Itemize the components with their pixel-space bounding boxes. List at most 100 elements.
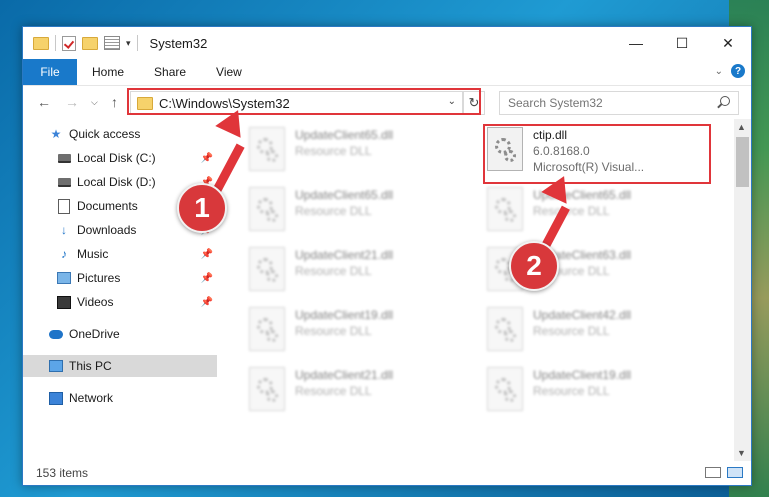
- file-highlight-box: [483, 124, 711, 184]
- pin-icon[interactable]: 📌: [201, 153, 213, 164]
- pin-icon[interactable]: 📌: [201, 273, 213, 284]
- file-item[interactable]: UpdateClient21.dll Resource DLL: [249, 247, 459, 297]
- window-controls: — ☐ ✕: [613, 27, 751, 59]
- pin-icon[interactable]: 📌: [201, 249, 213, 260]
- window-title: System32: [149, 35, 208, 51]
- file-type: Resource DLL: [533, 384, 610, 398]
- search-box[interactable]: [499, 91, 739, 115]
- details-view-icon[interactable]: [705, 467, 721, 478]
- sidebar-item-local-disk-c[interactable]: Local Disk (C:) 📌: [23, 147, 217, 169]
- close-button[interactable]: ✕: [705, 27, 751, 59]
- network-icon: [49, 391, 63, 405]
- dll-file-icon: [249, 187, 285, 231]
- file-item[interactable]: UpdateClient65.dll Resource DLL: [249, 127, 459, 177]
- up-arrow-icon[interactable]: ↑: [111, 94, 118, 110]
- vertical-scrollbar[interactable]: ▲ ▼: [734, 119, 751, 461]
- back-arrow-icon[interactable]: ←: [37, 94, 51, 110]
- music-icon: ♪: [61, 247, 67, 261]
- file-type: Resource DLL: [295, 384, 372, 398]
- dll-file-icon: [249, 307, 285, 351]
- pictures-icon: [57, 271, 71, 285]
- pin-icon[interactable]: 📌: [201, 297, 213, 308]
- file-name: UpdateClient21.dll: [295, 368, 394, 382]
- sidebar-item-label: Music: [77, 247, 109, 261]
- sidebar-item-network[interactable]: Network: [23, 387, 217, 409]
- file-item[interactable]: UpdateClient65.dll Resource DLL: [249, 187, 459, 237]
- file-explorer-window: ▾ System32 — ☐ ✕ File Home Share View ⌄ …: [22, 26, 752, 486]
- navigation-bar: ← → ⌵ ↑ C:\Windows\System32 ⌄ ↻: [23, 87, 751, 117]
- downloads-icon: ↓: [61, 223, 67, 237]
- sidebar-item-label: Quick access: [69, 127, 141, 141]
- file-item[interactable]: UpdateClient19.dll Resource DLL: [487, 367, 697, 417]
- file-name: UpdateClient19.dll: [295, 308, 394, 322]
- properties-check-icon[interactable]: [62, 35, 76, 51]
- file-item[interactable]: UpdateClient65.dll Resource DLL: [487, 187, 697, 237]
- file-type: Resource DLL: [533, 204, 610, 218]
- recent-locations-chevron-icon[interactable]: ⌵: [91, 97, 98, 108]
- dll-file-icon: [487, 367, 523, 411]
- sidebar-item-onedrive[interactable]: OneDrive: [23, 323, 217, 345]
- scroll-down-chevron-icon[interactable]: ▼: [737, 448, 746, 458]
- file-name: UpdateClient19.dll: [533, 368, 632, 382]
- sidebar-item-label: Local Disk (C:): [77, 151, 156, 165]
- tab-home[interactable]: Home: [77, 65, 139, 79]
- sidebar-item-label: Pictures: [77, 271, 121, 285]
- view-toggle: [705, 467, 743, 478]
- scroll-up-chevron-icon[interactable]: ▲: [737, 122, 746, 132]
- status-bar: 153 items: [23, 461, 751, 485]
- ribbon-right-controls: ⌄ ?: [715, 64, 745, 78]
- sidebar-item-videos[interactable]: Videos 📌: [23, 291, 217, 313]
- search-input[interactable]: [506, 95, 710, 111]
- expand-ribbon-chevron-icon[interactable]: ⌄: [715, 66, 723, 77]
- sidebar-item-music[interactable]: ♪ Music 📌: [23, 243, 217, 265]
- file-name: UpdateClient21.dll: [295, 248, 394, 262]
- file-name: UpdateClient42.dll: [533, 308, 632, 322]
- tab-file[interactable]: File: [23, 59, 77, 85]
- maximize-button[interactable]: ☐: [659, 27, 705, 59]
- file-item[interactable]: UpdateClient19.dll Resource DLL: [249, 307, 459, 357]
- sidebar-item-this-pc[interactable]: This PC: [23, 355, 217, 377]
- toolbar-divider: [55, 35, 56, 51]
- step-badge-2: 2: [509, 241, 559, 291]
- documents-icon: [57, 198, 71, 214]
- file-type: Resource DLL: [533, 324, 610, 338]
- dll-file-icon: [487, 307, 523, 351]
- dll-file-icon: [249, 247, 285, 291]
- onedrive-icon: [49, 327, 63, 341]
- sidebar-item-label: OneDrive: [69, 327, 120, 341]
- scrollbar-thumb[interactable]: [736, 137, 749, 187]
- file-name: UpdateClient65.dll: [295, 188, 394, 202]
- search-icon[interactable]: [720, 96, 730, 106]
- sidebar-item-label: Videos: [77, 295, 114, 309]
- file-item[interactable]: UpdateClient21.dll Resource DLL: [249, 367, 459, 417]
- file-item[interactable]: UpdateClient42.dll Resource DLL: [487, 307, 697, 357]
- star-icon: ★: [50, 127, 62, 141]
- dll-file-icon: [487, 187, 523, 231]
- help-icon[interactable]: ?: [731, 64, 745, 78]
- sidebar-item-quick-access[interactable]: ★ Quick access: [23, 123, 217, 145]
- customize-toolbar-chevron-icon[interactable]: ▾: [126, 38, 131, 49]
- dll-file-icon: [249, 127, 285, 171]
- title-bar: ▾ System32 — ☐ ✕: [23, 27, 751, 59]
- file-type: Resource DLL: [295, 324, 372, 338]
- large-icons-view-icon[interactable]: [727, 467, 743, 478]
- tab-share[interactable]: Share: [139, 65, 201, 79]
- forward-arrow-icon[interactable]: →: [65, 94, 79, 110]
- tab-view[interactable]: View: [201, 65, 257, 79]
- item-count: 153 items: [36, 466, 89, 480]
- folder-icon: [33, 36, 49, 50]
- properties-icon[interactable]: [104, 36, 120, 50]
- quick-access-toolbar: ▾: [23, 35, 138, 51]
- file-name: UpdateClient65.dll: [295, 128, 394, 142]
- disk-icon: [57, 151, 71, 165]
- minimize-button[interactable]: —: [613, 27, 659, 59]
- file-type: Resource DLL: [295, 204, 372, 218]
- file-type: Resource DLL: [295, 264, 372, 278]
- new-folder-icon[interactable]: [82, 36, 98, 50]
- this-pc-icon: [49, 359, 63, 373]
- file-list: UpdateClient65.dll Resource DLL ctip.dll …: [219, 119, 733, 461]
- step-badge-1: 1: [177, 183, 227, 233]
- dll-file-icon: [249, 367, 285, 411]
- sidebar-item-label: Documents: [77, 199, 138, 213]
- sidebar-item-pictures[interactable]: Pictures 📌: [23, 267, 217, 289]
